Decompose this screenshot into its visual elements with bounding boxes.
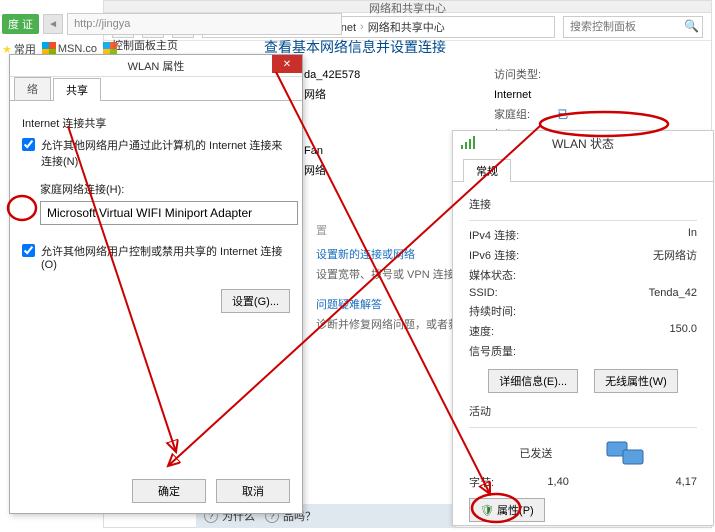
ssid-value: Tenda_42	[649, 287, 697, 299]
status-title: WLAN 状态	[453, 131, 713, 158]
ipv6-label: IPv6 连接:	[469, 247, 519, 263]
section-activity: 活动	[469, 403, 697, 419]
wlan-properties-dialog: WLAN 属性 ✕ 络 共享 Internet 连接共享 允许其他网络用户通过此…	[9, 54, 303, 514]
signal-bars-icon	[461, 135, 477, 149]
details-button[interactable]: 详细信息(E)...	[488, 369, 578, 393]
breadcrumb-seg3[interactable]: 网络和共享中心	[368, 19, 445, 35]
browser-toolbar: 度 证 ◄	[2, 12, 342, 36]
tab-sharing[interactable]: 共享	[53, 78, 101, 101]
setup-line-icon: 置	[316, 225, 327, 237]
home-conn-label: 家庭网络连接(H):	[40, 181, 290, 197]
breadcrumb-sep-icon: ›	[356, 21, 368, 33]
shield-icon: 🛡	[480, 505, 494, 517]
allow-control-checkbox[interactable]	[22, 244, 35, 257]
media-label: 媒体状态:	[469, 267, 516, 283]
speed-value: 150.0	[669, 323, 697, 339]
properties-button[interactable]: 🛡 属性(P)	[469, 498, 545, 522]
wlan-status-window: WLAN 状态 常规 连接 IPv4 连接: In IPv6 连接: 无网络访 媒体…	[452, 130, 714, 526]
sent-label: 已发送	[519, 445, 552, 461]
dialog-titlebar: WLAN 属性 ✕	[10, 55, 302, 77]
ipv4-value: In	[688, 227, 697, 243]
access-type-value: Internet	[494, 89, 531, 101]
browser-back-button[interactable]: ◄	[43, 14, 63, 34]
allow-share-label: 允许其他网络用户通过此计算机的 Internet 连接来连接(N)	[41, 137, 290, 169]
section-connection: 连接	[469, 196, 697, 212]
access-type-label: 访问类型:	[494, 65, 554, 85]
search-icon: 🔍	[684, 19, 699, 33]
dialog-title: WLAN 属性	[128, 58, 185, 74]
tab-general[interactable]: 常规	[463, 159, 511, 182]
close-button[interactable]: ✕	[272, 55, 302, 73]
net-name-2: Fan	[304, 145, 323, 157]
status-body: 连接 IPv4 连接: In IPv6 连接: 无网络访 媒体状态: SSID: Te…	[453, 182, 713, 532]
ics-group-label: Internet 连接共享	[22, 115, 290, 131]
ipv4-label: IPv4 连接:	[469, 227, 519, 243]
speed-label: 速度:	[469, 323, 494, 339]
cert-badge: 度 证	[2, 14, 39, 34]
activity-monitor-icon	[603, 436, 647, 470]
duration-label: 持续时间:	[469, 303, 516, 319]
close-icon: ✕	[283, 59, 291, 70]
signal-label: 信号质量:	[469, 343, 516, 359]
net-type: 网络	[304, 89, 326, 101]
network-info-panel: da_42E578 网络 访问类型: Internet 家庭组: 已加入 连接:…	[304, 65, 360, 181]
status-tab-strip: 常规	[453, 158, 713, 182]
cancel-button[interactable]: 取消	[216, 479, 290, 503]
cp-window-title: 网络和共享中心	[369, 0, 446, 16]
tab-networking[interactable]: 络	[14, 77, 51, 100]
home-conn-combo[interactable]	[40, 201, 298, 225]
bytes-recv: 4,17	[676, 476, 697, 488]
dialog-button-row: 确定 取消	[132, 479, 290, 503]
ssid-label: SSID:	[469, 287, 498, 299]
properties-button-label: 属性(P)	[497, 505, 534, 517]
ics-settings-button[interactable]: 设置(G)...	[221, 289, 290, 313]
tab-strip: 络 共享	[10, 77, 302, 101]
ok-button[interactable]: 确定	[132, 479, 206, 503]
ipv6-value: 无网络访	[653, 247, 697, 263]
bytes-sent: 1,40	[547, 476, 568, 488]
cp-search-wrap: 🔍	[563, 16, 703, 38]
net-type-2: 网络	[304, 165, 326, 177]
allow-share-checkbox[interactable]	[22, 138, 35, 151]
url-field[interactable]	[67, 13, 342, 35]
dialog-body: Internet 连接共享 允许其他网络用户通过此计算机的 Internet 连…	[10, 101, 302, 297]
net-name: da_42E578	[304, 69, 360, 81]
bytes-label: 字节:	[469, 474, 494, 490]
homegroup-label: 家庭组:	[494, 105, 554, 125]
wireless-props-button[interactable]: 无线属性(W)	[594, 369, 678, 393]
cp-subheader[interactable]: 控制面板主页	[112, 37, 178, 53]
cp-search-input[interactable]	[563, 16, 703, 38]
allow-control-label: 允许其他网络用户控制或禁用共享的 Internet 连接(O)	[41, 243, 290, 271]
